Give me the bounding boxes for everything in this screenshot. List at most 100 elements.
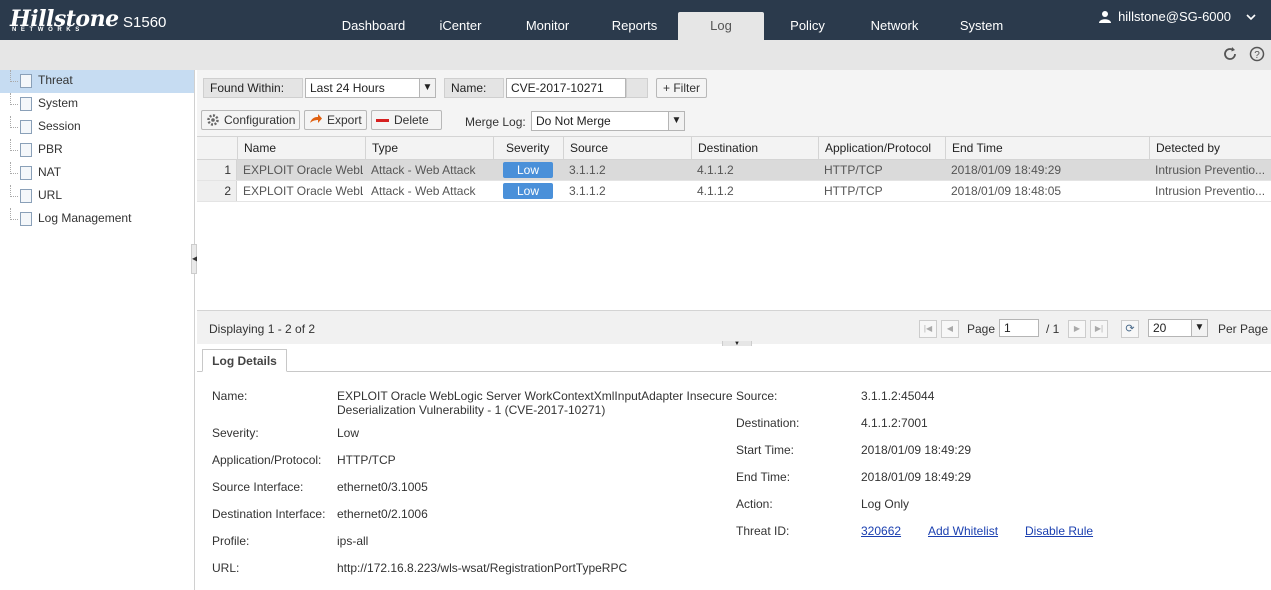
help-icon[interactable]: ? xyxy=(1249,46,1265,62)
detail-label-destination: Destination: xyxy=(736,416,800,430)
svg-text:?: ? xyxy=(1254,50,1260,61)
detail-value-severity: Low xyxy=(337,426,360,440)
tab-monitor[interactable]: Monitor xyxy=(504,12,591,40)
detail-label-threat-id: Threat ID: xyxy=(736,524,790,538)
tab-policy[interactable]: Policy xyxy=(764,12,851,40)
detail-value-application: HTTP/TCP xyxy=(337,453,396,467)
refresh-icon[interactable] xyxy=(1222,46,1238,62)
cell-source: 3.1.1.2 xyxy=(569,184,606,198)
add-filter-button[interactable]: + Filter xyxy=(656,78,707,98)
severity-badge: Low xyxy=(503,162,553,178)
tab-log[interactable]: Log xyxy=(678,12,764,40)
sidebar-item-system[interactable]: System xyxy=(0,93,194,116)
detail-value-source-interface: ethernet0/3.1005 xyxy=(337,480,428,494)
detail-label-start-time: Start Time: xyxy=(736,443,795,457)
column-header-type[interactable]: Type xyxy=(365,137,493,159)
add-whitelist-link[interactable]: Add Whitelist xyxy=(928,524,998,538)
tab-icenter[interactable]: iCenter xyxy=(417,12,504,40)
detail-label-source: Source: xyxy=(736,389,778,403)
severity-badge: Low xyxy=(503,183,553,199)
sidebar-item-log-management[interactable]: Log Management xyxy=(0,208,194,231)
action-bar: Configuration Export Delete ▼ Merge Log:… xyxy=(197,106,1271,144)
column-header-severity[interactable]: Severity xyxy=(493,137,563,159)
detail-label-end-time: End Time: xyxy=(736,470,791,484)
sidebar-item-label: Session xyxy=(38,119,81,133)
cell-detected-by: Intrusion Preventio... xyxy=(1155,184,1266,198)
sidebar-item-pbr[interactable]: PBR xyxy=(0,139,194,162)
tree-line xyxy=(10,70,18,82)
tab-reports[interactable]: Reports xyxy=(591,12,678,40)
per-page-value: 20 xyxy=(1153,321,1167,335)
detail-value-name: EXPLOIT Oracle WebLogic Server WorkConte… xyxy=(337,389,733,417)
tree-line xyxy=(10,93,18,105)
sidebar-item-label: Log Management xyxy=(38,211,132,225)
per-page-select[interactable]: 20 ▼ xyxy=(1148,319,1208,337)
detail-value-profile: ips-all xyxy=(337,534,369,548)
detail-value-start-time: 2018/01/09 18:49:29 xyxy=(861,443,972,457)
sidebar-item-threat[interactable]: Threat xyxy=(0,70,194,93)
name-input[interactable]: CVE-2017-10271 xyxy=(506,78,626,98)
tree-line xyxy=(10,208,18,220)
sidebar-item-nat[interactable]: NAT xyxy=(0,162,194,185)
log-file-icon xyxy=(20,189,32,203)
cell-source: 3.1.1.2 xyxy=(569,163,606,177)
detail-tab-strip: Log Details xyxy=(197,346,1271,372)
detail-label-url: URL: xyxy=(212,561,240,575)
grid-body: 1 EXPLOIT Oracle WebL... Attack - Web At… xyxy=(197,160,1271,310)
column-header-name[interactable]: Name xyxy=(237,137,365,159)
sub-toolbar: ? xyxy=(0,40,1271,70)
column-header-detected-by[interactable]: Detected by xyxy=(1149,137,1271,159)
table-row[interactable]: 1 EXPLOIT Oracle WebL... Attack - Web At… xyxy=(197,160,1271,181)
cell-name: EXPLOIT Oracle WebL... xyxy=(243,184,363,198)
detail-label-profile: Profile: xyxy=(212,534,250,548)
user-menu[interactable]: hillstone@SG-6000 xyxy=(1098,9,1257,24)
sidebar-item-url[interactable]: URL xyxy=(0,185,194,208)
export-button[interactable]: Export xyxy=(304,110,367,130)
tab-log-details[interactable]: Log Details xyxy=(202,349,287,372)
detail-label-action: Action: xyxy=(736,497,773,511)
threat-id-link[interactable]: 320662 xyxy=(861,524,901,538)
tab-system[interactable]: System xyxy=(938,12,1025,40)
page-number-input[interactable]: 1 xyxy=(999,319,1039,337)
sidebar-item-label: URL xyxy=(38,188,63,202)
cell-severity: Low xyxy=(497,181,563,201)
delete-icon xyxy=(376,119,389,122)
column-header-destination[interactable]: Destination xyxy=(691,137,818,159)
detail-label-name: Name: xyxy=(212,389,248,403)
delete-label: Delete xyxy=(394,113,429,127)
refresh-grid-icon[interactable]: ⟳ xyxy=(1121,320,1139,338)
merge-log-select[interactable]: Do Not Merge ▼ xyxy=(531,111,685,131)
detail-value-action: Log Only xyxy=(861,497,910,511)
configuration-label: Configuration xyxy=(224,113,296,127)
sidebar-item-session[interactable]: Session xyxy=(0,116,194,139)
cell-destination: 4.1.1.2 xyxy=(697,163,734,177)
configuration-button[interactable]: Configuration xyxy=(201,110,300,130)
prev-page-button[interactable]: ◀ xyxy=(941,320,959,338)
tree-line xyxy=(10,116,18,128)
main-panel: Found Within: Last 24 Hours ▼ Name: CVE-… xyxy=(197,70,1271,590)
detail-label-application: Application/Protocol: xyxy=(212,453,322,467)
cell-application: HTTP/TCP xyxy=(824,163,883,177)
page-label: Page xyxy=(967,322,996,336)
tree-line xyxy=(10,162,18,174)
name-input-clear xyxy=(626,78,648,98)
next-page-button[interactable]: ▶ xyxy=(1068,320,1086,338)
column-header-end-time[interactable]: End Time xyxy=(945,137,1149,159)
logo-subtitle: NETWORKS xyxy=(12,27,84,33)
last-page-button[interactable]: ▶| xyxy=(1090,320,1108,338)
found-within-value: Last 24 Hours xyxy=(310,81,385,95)
delete-button[interactable]: Delete ▼ xyxy=(371,110,442,144)
detail-value-destination-interface: ethernet0/2.1006 xyxy=(337,507,428,521)
row-number: 2 xyxy=(197,181,237,201)
detail-value-destination: 4.1.1.2:7001 xyxy=(861,416,928,430)
tab-network[interactable]: Network xyxy=(851,12,938,40)
detail-label-severity: Severity: xyxy=(212,426,259,440)
table-row[interactable]: 2 EXPLOIT Oracle WebL... Attack - Web At… xyxy=(197,181,1271,202)
tab-dashboard[interactable]: Dashboard xyxy=(330,12,417,40)
column-header-application[interactable]: Application/Protocol xyxy=(818,137,945,159)
disable-rule-link[interactable]: Disable Rule xyxy=(1025,524,1093,538)
first-page-button[interactable]: |◀ xyxy=(919,320,937,338)
export-label: Export xyxy=(327,113,362,127)
column-header-source[interactable]: Source xyxy=(563,137,691,159)
found-within-select[interactable]: Last 24 Hours ▼ xyxy=(305,78,436,98)
